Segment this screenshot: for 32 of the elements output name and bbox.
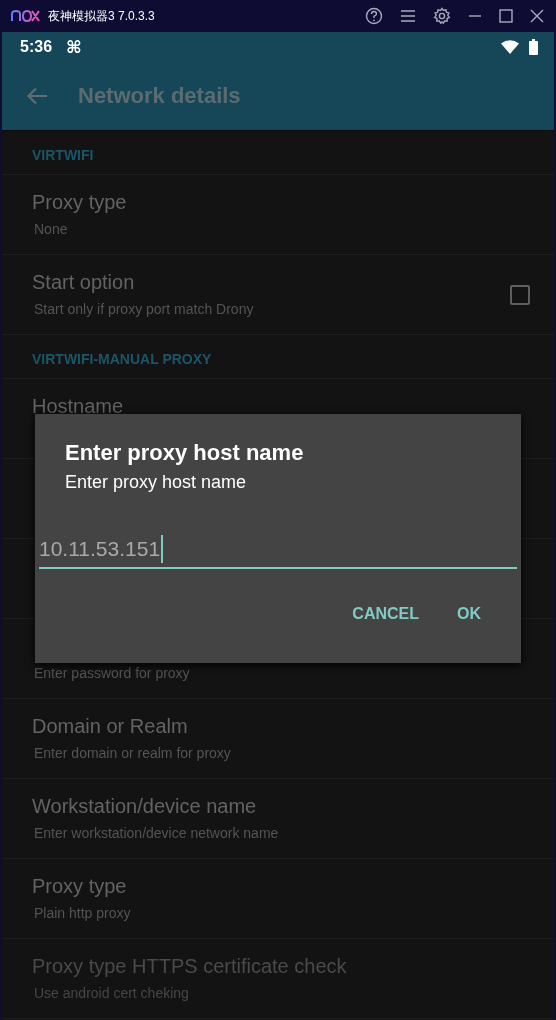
setting-title[interactable]: Hostname [32, 395, 124, 418]
setting-title[interactable]: Workstation/device name [32, 795, 257, 818]
setting-summary: Enter password for proxy [33, 664, 190, 681]
setting-title[interactable]: Start option [32, 271, 135, 294]
setting-summary: Start only if proxy port match Drony [33, 300, 254, 317]
setting-title[interactable]: Proxy type [32, 191, 127, 214]
ok-button[interactable]: OK [445, 597, 493, 631]
setting-summary: Enter domain or realm for proxy [33, 744, 231, 761]
setting-summary: None [33, 220, 68, 237]
setting-title[interactable]: Domain or Realm [32, 715, 188, 738]
window-title: 夜神模拟器3 7.0.3.3 [48, 7, 155, 25]
dialog-title: Enter proxy host name [65, 440, 305, 466]
close-icon[interactable] [530, 9, 544, 23]
screen-title: Network details [78, 83, 241, 109]
logo-icon [10, 9, 40, 23]
cancel-button[interactable]: CANCEL [340, 597, 431, 631]
setting-summary: Enter workstation/device network name [33, 824, 279, 841]
settings-icon[interactable] [433, 7, 451, 25]
host-name-field[interactable]: 10.11.53.151 [39, 535, 517, 569]
notification-icon: ⌘ [66, 37, 82, 57]
setting-title[interactable]: Proxy type [32, 875, 127, 898]
help-icon[interactable] [365, 7, 383, 25]
clock-time: 5:36 [20, 38, 53, 56]
dialog-message: Enter proxy host name [65, 472, 248, 493]
section-header: VIRTWIFI [2, 131, 554, 175]
maximize-icon[interactable] [499, 9, 513, 23]
checkbox[interactable] [510, 284, 530, 305]
menu-icon[interactable] [400, 9, 416, 23]
section-header: VIRTWIFI-MANUAL PROXY [2, 335, 554, 379]
setting-summary: Plain http proxy [33, 904, 131, 921]
battery-icon [529, 39, 538, 55]
wifi-icon [501, 40, 519, 54]
